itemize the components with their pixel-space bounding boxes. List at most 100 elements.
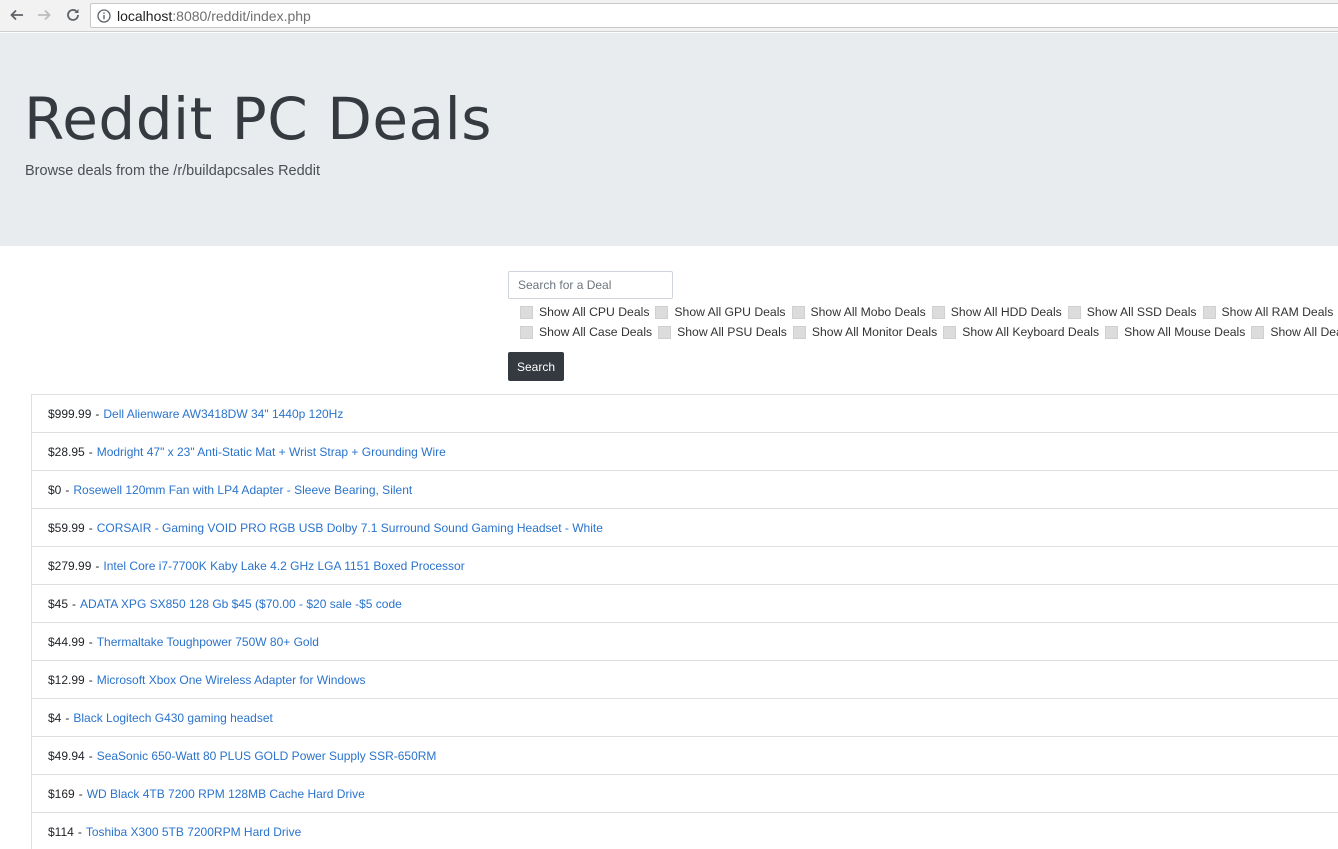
deal-link[interactable]: ADATA XPG SX850 128 Gb $45 ($70.00 - $20… [80, 597, 402, 611]
forward-button[interactable] [33, 4, 55, 26]
filter-label: Show All Mouse Deals [1124, 325, 1246, 339]
jumbotron: Reddit PC Deals Browse deals from the /r… [0, 33, 1338, 246]
checkbox[interactable] [931, 305, 945, 319]
deal-link[interactable]: Thermaltake Toughpower 750W 80+ Gold [97, 635, 319, 649]
deal-price: $28.95 [48, 444, 85, 459]
reload-button[interactable] [62, 4, 84, 26]
filter-ram[interactable]: Show All RAM Deals [1202, 305, 1337, 319]
checkbox[interactable] [1251, 325, 1265, 339]
checkbox[interactable] [792, 325, 806, 339]
checkbox[interactable] [1067, 305, 1081, 319]
list-item: $59.99- CORSAIR - Gaming VOID PRO RGB USB… [32, 508, 1338, 546]
filter-all[interactable]: Show All Deals [1251, 325, 1338, 339]
arrow-left-icon [10, 9, 23, 21]
list-item: $114- Toshiba X300 5TB 7200RPM Hard Drive [32, 812, 1338, 849]
deal-list: $999.99- Dell Alienware AW3418DW 34" 1440… [31, 394, 1338, 849]
deal-price: $59.99 [48, 520, 85, 535]
checkbox[interactable] [520, 305, 533, 319]
filter-label: Show All Deals [1270, 325, 1338, 339]
info-icon [97, 8, 111, 23]
filter-mouse[interactable]: Show All Mouse Deals [1105, 325, 1248, 339]
deal-price: $0 [48, 482, 62, 497]
arrow-right-icon [38, 9, 51, 21]
checkbox[interactable] [520, 325, 533, 339]
back-button[interactable] [6, 4, 28, 26]
address-bar[interactable]: localhost:8080/reddit/index.php [90, 3, 1338, 28]
deal-price: $279.99 [48, 558, 92, 573]
separator: - [88, 634, 93, 649]
separator: - [95, 558, 100, 573]
filter-label: Show All GPU Deals [674, 305, 786, 319]
filter-monitor[interactable]: Show All Monitor Deals [792, 325, 940, 339]
checkbox[interactable] [655, 305, 669, 319]
filter-case[interactable]: Show All Case Deals [520, 325, 655, 339]
filter-label: Show All RAM Deals [1221, 305, 1334, 319]
filter-row-1: Show All CPU Deals Show All GPU Deals Sh… [520, 302, 1338, 322]
separator: - [88, 748, 93, 763]
list-item: $44.99- Thermaltake Toughpower 750W 80+ G… [32, 622, 1338, 660]
deal-link[interactable]: Dell Alienware AW3418DW 34" 1440p 120Hz [103, 407, 343, 421]
deal-price: $169 [48, 786, 75, 801]
deal-link[interactable]: Toshiba X300 5TB 7200RPM Hard Drive [86, 825, 301, 839]
list-item: $12.99- Microsoft Xbox One Wireless Adapt… [32, 660, 1338, 698]
filter-mobo[interactable]: Show All Mobo Deals [791, 305, 929, 319]
list-item: $4- Black Logitech G430 gaming headset [32, 698, 1338, 736]
filter-cpu[interactable]: Show All CPU Deals [520, 305, 652, 319]
reload-icon [67, 9, 79, 21]
checkbox[interactable] [1105, 325, 1119, 339]
list-item: $45- ADATA XPG SX850 128 Gb $45 ($70.00 -… [32, 584, 1338, 622]
separator: - [88, 520, 93, 535]
deal-price: $49.94 [48, 748, 85, 763]
filter-label: Show All Monitor Deals [811, 325, 938, 339]
page-title: Reddit PC Deals [24, 85, 492, 153]
deal-link[interactable]: WD Black 4TB 7200 RPM 128MB Cache Hard D… [87, 787, 365, 801]
category-filters: Show All CPU Deals Show All GPU Deals Sh… [520, 302, 1338, 342]
filter-hdd[interactable]: Show All HDD Deals [931, 305, 1065, 319]
separator: - [88, 672, 93, 687]
filter-gpu[interactable]: Show All GPU Deals [655, 305, 788, 319]
checkbox[interactable] [791, 305, 805, 319]
deal-price: $45 [48, 596, 69, 611]
separator: - [65, 482, 70, 497]
search-button[interactable]: Search [508, 352, 564, 381]
checkbox[interactable] [1202, 305, 1216, 319]
url-path: :8080/reddit/index.php [172, 7, 311, 24]
list-item: $0- Rosewell 120mm Fan with LP4 Adapter -… [32, 470, 1338, 508]
filter-label: Show All Mobo Deals [810, 305, 926, 319]
deal-link[interactable]: Rosewell 120mm Fan with LP4 Adapter - Sl… [73, 483, 412, 497]
filter-label: Show All Case Deals [539, 325, 653, 339]
list-item: $999.99- Dell Alienware AW3418DW 34" 1440… [32, 394, 1338, 432]
url-text: localhost:8080/reddit/index.php [117, 8, 311, 24]
deal-price: $4 [48, 710, 62, 725]
filter-ssd[interactable]: Show All SSD Deals [1067, 305, 1200, 319]
filter-psu[interactable]: Show All PSU Deals [658, 325, 790, 339]
deal-price: $114 [48, 824, 74, 839]
deal-link[interactable]: Microsoft Xbox One Wireless Adapter for … [97, 673, 366, 687]
filter-label: Show All SSD Deals [1086, 305, 1197, 319]
list-item: $169- WD Black 4TB 7200 RPM 128MB Cache H… [32, 774, 1338, 812]
deal-link[interactable]: Black Logitech G430 gaming headset [73, 711, 272, 725]
separator: - [72, 596, 77, 611]
list-item: $279.99- Intel Core i7-7700K Kaby Lake 4.… [32, 546, 1338, 584]
deal-price: $999.99 [48, 406, 92, 421]
deal-link[interactable]: SeaSonic 650-Watt 80 PLUS GOLD Power Sup… [97, 749, 437, 763]
deal-price: $44.99 [48, 634, 85, 649]
checkbox[interactable] [658, 325, 672, 339]
page-subtitle: Browse deals from the /r/buildapcsales R… [25, 163, 320, 179]
checkbox[interactable] [943, 325, 957, 339]
filter-label: Show All PSU Deals [677, 325, 787, 339]
filter-keyboard[interactable]: Show All Keyboard Deals [943, 325, 1102, 339]
filter-label: Show All HDD Deals [950, 305, 1062, 319]
filter-label: Show All Keyboard Deals [962, 325, 1100, 339]
url-host: localhost [117, 7, 173, 24]
deal-link[interactable]: Modright 47" x 23" Anti-Static Mat + Wri… [97, 445, 446, 459]
deal-link[interactable]: CORSAIR - Gaming VOID PRO RGB USB Dolby … [97, 521, 603, 535]
separator: - [95, 406, 100, 421]
separator: - [77, 824, 82, 839]
filter-label: Show All CPU Deals [539, 305, 650, 319]
separator: - [88, 444, 93, 459]
list-item: $49.94- SeaSonic 650-Watt 80 PLUS GOLD Po… [32, 736, 1338, 774]
deal-link[interactable]: Intel Core i7-7700K Kaby Lake 4.2 GHz LG… [103, 559, 464, 573]
search-input[interactable] [508, 271, 673, 299]
deal-price: $12.99 [48, 672, 85, 687]
